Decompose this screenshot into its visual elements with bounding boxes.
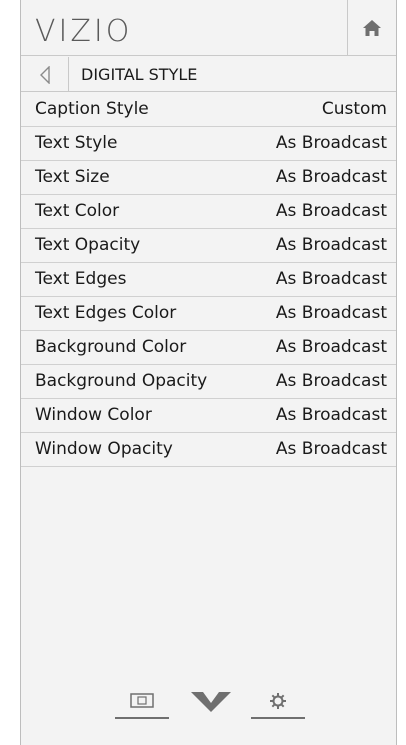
menu-item-value: As Broadcast: [275, 303, 387, 323]
menu-item-text-edges[interactable]: Text Edges As Broadcast: [21, 263, 396, 297]
settings-button[interactable]: [251, 683, 305, 719]
menu-item-text-edges-color[interactable]: Text Edges Color As Broadcast: [21, 297, 396, 331]
menu-item-label: Window Opacity: [35, 439, 173, 459]
nav-underline: [115, 717, 169, 719]
menu-item-value: Custom: [321, 99, 387, 119]
menu-item-window-opacity[interactable]: Window Opacity As Broadcast: [21, 433, 396, 467]
menu-item-text-size[interactable]: Text Size As Broadcast: [21, 161, 396, 195]
menu-item-label: Background Color: [35, 337, 187, 357]
menu-item-value: As Broadcast: [275, 235, 387, 255]
menu-item-label: Caption Style: [35, 99, 149, 119]
back-button[interactable]: [21, 57, 69, 92]
menu-item-value: As Broadcast: [275, 371, 387, 391]
settings-panel: VIZIO DIGITAL STYLE Caption Style Custom…: [20, 0, 397, 745]
menu-item-value: As Broadcast: [275, 439, 387, 459]
menu-list: Caption Style Custom Text Style As Broad…: [21, 93, 396, 467]
menu-item-value: As Broadcast: [275, 201, 387, 221]
breadcrumb-bar: DIGITAL STYLE: [21, 57, 396, 92]
home-button[interactable]: [347, 0, 396, 56]
bottom-nav: [21, 683, 396, 723]
nav-underline: [251, 717, 305, 719]
menu-item-label: Text Color: [35, 201, 120, 221]
menu-item-value: As Broadcast: [275, 167, 387, 187]
menu-item-value: As Broadcast: [275, 405, 387, 425]
menu-item-value: As Broadcast: [275, 133, 387, 153]
menu-item-label: Background Opacity: [35, 371, 208, 391]
settings-gear-icon: [270, 693, 286, 709]
menu-item-label: Text Opacity: [35, 235, 141, 255]
menu-item-value: As Broadcast: [275, 337, 387, 357]
header: VIZIO: [21, 0, 396, 56]
menu-item-label: Text Style: [35, 133, 118, 153]
menu-item-background-opacity[interactable]: Background Opacity As Broadcast: [21, 365, 396, 399]
home-icon: [363, 20, 381, 36]
menu-item-label: Text Edges Color: [35, 303, 177, 323]
vizio-menu-button[interactable]: [181, 683, 241, 719]
vizio-logo: VIZIO: [35, 14, 133, 49]
menu-item-label: Text Size: [35, 167, 110, 187]
menu-item-value: As Broadcast: [275, 269, 387, 289]
menu-item-caption-style[interactable]: Caption Style Custom: [21, 93, 396, 127]
menu-item-window-color[interactable]: Window Color As Broadcast: [21, 399, 396, 433]
input-icon: [130, 693, 154, 708]
menu-item-text-color[interactable]: Text Color As Broadcast: [21, 195, 396, 229]
menu-item-text-opacity[interactable]: Text Opacity As Broadcast: [21, 229, 396, 263]
menu-item-label: Text Edges: [35, 269, 127, 289]
vizio-v-icon: [191, 692, 231, 712]
menu-item-background-color[interactable]: Background Color As Broadcast: [21, 331, 396, 365]
page-title: DIGITAL STYLE: [81, 65, 198, 84]
input-button[interactable]: [115, 683, 169, 719]
menu-item-text-style[interactable]: Text Style As Broadcast: [21, 127, 396, 161]
chevron-left-icon: [39, 65, 50, 84]
menu-item-label: Window Color: [35, 405, 152, 425]
